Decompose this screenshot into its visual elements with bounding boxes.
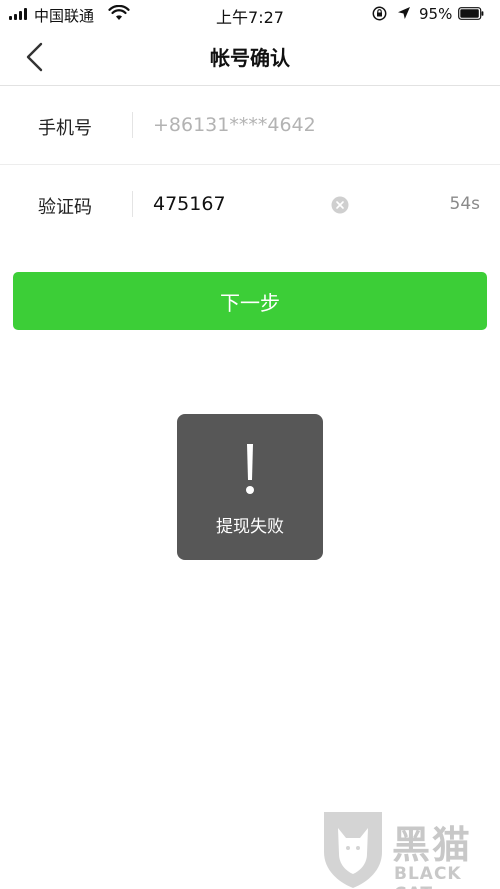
code-label: 验证码 <box>38 197 92 218</box>
black-cat-logo-icon <box>324 812 382 888</box>
account-confirm-screen: 中国联通 上午7:27 95% 帐号确认 手机号 +86131****4642 … <box>0 0 500 889</box>
phone-row: 手机号 <box>0 86 500 165</box>
page-title: 帐号确认 <box>210 46 290 70</box>
watermark-title: 黑猫 <box>392 823 473 867</box>
next-button[interactable]: 下一步 <box>13 272 487 330</box>
error-toast: 提现失败 <box>177 414 323 560</box>
nav-bar: 帐号确认 <box>0 28 500 86</box>
battery-percent: 95% <box>419 5 453 23</box>
verification-code-input[interactable] <box>153 187 333 221</box>
location-icon <box>398 7 410 19</box>
battery-icon <box>458 7 484 20</box>
phone-divider <box>132 112 133 138</box>
code-divider <box>132 191 133 217</box>
resend-countdown[interactable]: 54s <box>450 194 481 214</box>
status-bar: 中国联通 上午7:27 95% <box>0 0 500 28</box>
watermark-subtitle: BLACK CAT <box>394 864 462 889</box>
clear-circle-icon[interactable] <box>331 196 349 214</box>
code-row: 验证码 54s <box>0 165 500 243</box>
phone-input[interactable] <box>153 108 473 142</box>
phone-label: 手机号 <box>38 118 92 139</box>
rotation-lock-icon <box>372 6 387 21</box>
exclamation-icon <box>246 444 254 494</box>
toast-message: 提现失败 <box>216 517 284 537</box>
